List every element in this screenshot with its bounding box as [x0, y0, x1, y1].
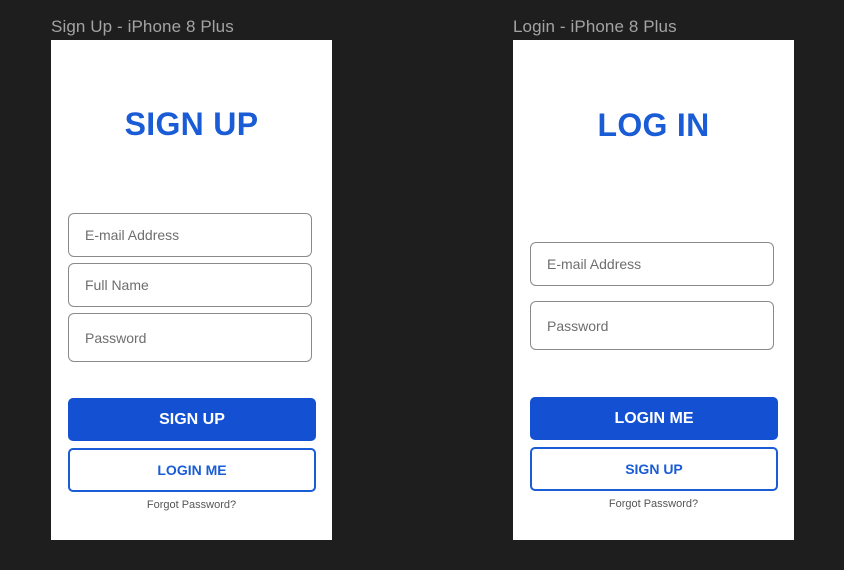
password-field[interactable]: Password [68, 313, 312, 362]
signup-frame-label: Sign Up - iPhone 8 Plus [51, 17, 234, 36]
signup-frame: SIGN UP E-mail Address Full Name Passwor… [51, 40, 332, 540]
password-placeholder: Password [85, 329, 147, 346]
password-placeholder: Password [547, 317, 609, 334]
forgot-password-link[interactable]: Forgot Password? [51, 499, 332, 511]
email-field[interactable]: E-mail Address [68, 213, 312, 257]
login-me-button[interactable]: LOGIN ME [530, 397, 778, 440]
email-placeholder: E-mail Address [547, 256, 642, 272]
fullname-placeholder: Full Name [85, 277, 149, 293]
login-frame-label: Login - iPhone 8 Plus [513, 17, 677, 36]
login-frame: LOG IN E-mail Address Password LOGIN ME … [513, 40, 794, 540]
forgot-password-link[interactable]: Forgot Password? [513, 498, 794, 510]
email-placeholder: E-mail Address [85, 227, 180, 243]
fullname-field[interactable]: Full Name [68, 263, 312, 307]
password-field[interactable]: Password [530, 301, 774, 350]
email-field[interactable]: E-mail Address [530, 242, 774, 286]
signup-button[interactable]: SIGN UP [530, 447, 778, 491]
signup-button[interactable]: SIGN UP [68, 398, 316, 441]
page-title: SIGN UP [124, 106, 259, 142]
login-me-button[interactable]: LOGIN ME [68, 448, 316, 492]
page-title: LOG IN [597, 107, 710, 143]
